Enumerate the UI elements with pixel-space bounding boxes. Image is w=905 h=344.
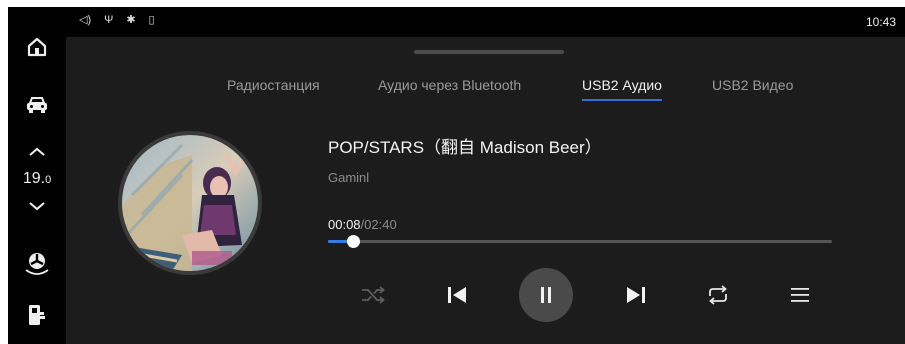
source-tabs: Радиостанция Аудио через Bluetooth USB2 … <box>66 77 905 107</box>
temperature-value: 19. <box>22 170 46 187</box>
home-icon <box>27 37 47 57</box>
tab-usb2-video[interactable]: USB2 Видео <box>712 77 793 93</box>
progress-bar[interactable] <box>328 235 832 248</box>
playlist-button[interactable] <box>770 265 830 325</box>
shuffle-icon <box>362 286 385 304</box>
drag-handle[interactable] <box>414 50 564 54</box>
shuffle-button[interactable] <box>343 265 403 325</box>
bluetooth-icon: ✱ <box>126 14 136 26</box>
temp-down-button[interactable] <box>8 195 66 217</box>
head-unit-screen: 19.0 ◁) Ψ ✱ ▯ 10:43 Радиостанция Аудио ч… <box>8 7 905 344</box>
tab-radio[interactable]: Радиостанция <box>227 77 320 93</box>
repeat-icon <box>709 285 727 305</box>
home-button[interactable] <box>8 29 66 65</box>
pause-button-circle <box>519 268 573 322</box>
fan-icon <box>25 253 49 275</box>
media-panel: Радиостанция Аудио через Bluetooth USB2 … <box>66 37 905 344</box>
tab-bluetooth-audio[interactable]: Аудио через Bluetooth <box>378 77 521 93</box>
usb-icon: Ψ <box>104 14 114 26</box>
album-art-image <box>122 135 258 271</box>
left-sidebar: 19.0 <box>8 7 66 344</box>
temp-down-icon <box>29 202 45 211</box>
track-title: POP/STARS（翻自 Madison Beer） <box>328 138 602 157</box>
temp-up-icon <box>29 147 45 156</box>
next-icon <box>627 287 645 303</box>
vehicle-button[interactable] <box>8 87 66 123</box>
temperature-readout: 19.0 <box>8 170 66 188</box>
tab-usb2-audio[interactable]: USB2 Аудио <box>582 77 662 101</box>
total-time: 02:40 <box>364 217 397 232</box>
pause-button[interactable] <box>516 265 576 325</box>
car-icon <box>27 97 47 113</box>
temperature-decimal: 0 <box>45 174 52 186</box>
status-bar: ◁) Ψ ✱ ▯ 10:43 <box>66 7 905 37</box>
next-button[interactable] <box>606 265 666 325</box>
phone-door-button[interactable] <box>8 297 66 333</box>
pause-icon <box>541 287 551 303</box>
playback-controls <box>66 265 905 325</box>
progress-knob[interactable] <box>347 235 361 248</box>
current-time: 00:08 <box>328 217 361 232</box>
phone-icon: ▯ <box>148 14 155 26</box>
previous-icon <box>448 287 466 303</box>
status-icons: ◁) Ψ ✱ ▯ <box>79 14 155 26</box>
playlist-icon <box>791 288 809 302</box>
temp-up-button[interactable] <box>8 141 66 163</box>
repeat-button[interactable] <box>688 265 748 325</box>
phone-door-icon <box>29 305 45 325</box>
album-art <box>118 131 262 275</box>
track-artist: Gaminl <box>328 170 370 185</box>
clock: 10:43 <box>865 15 896 29</box>
fan-button[interactable] <box>8 243 66 283</box>
time-readout: 00:08/02:40 <box>328 217 397 232</box>
volume-icon: ◁) <box>79 14 92 26</box>
previous-button[interactable] <box>427 265 487 325</box>
